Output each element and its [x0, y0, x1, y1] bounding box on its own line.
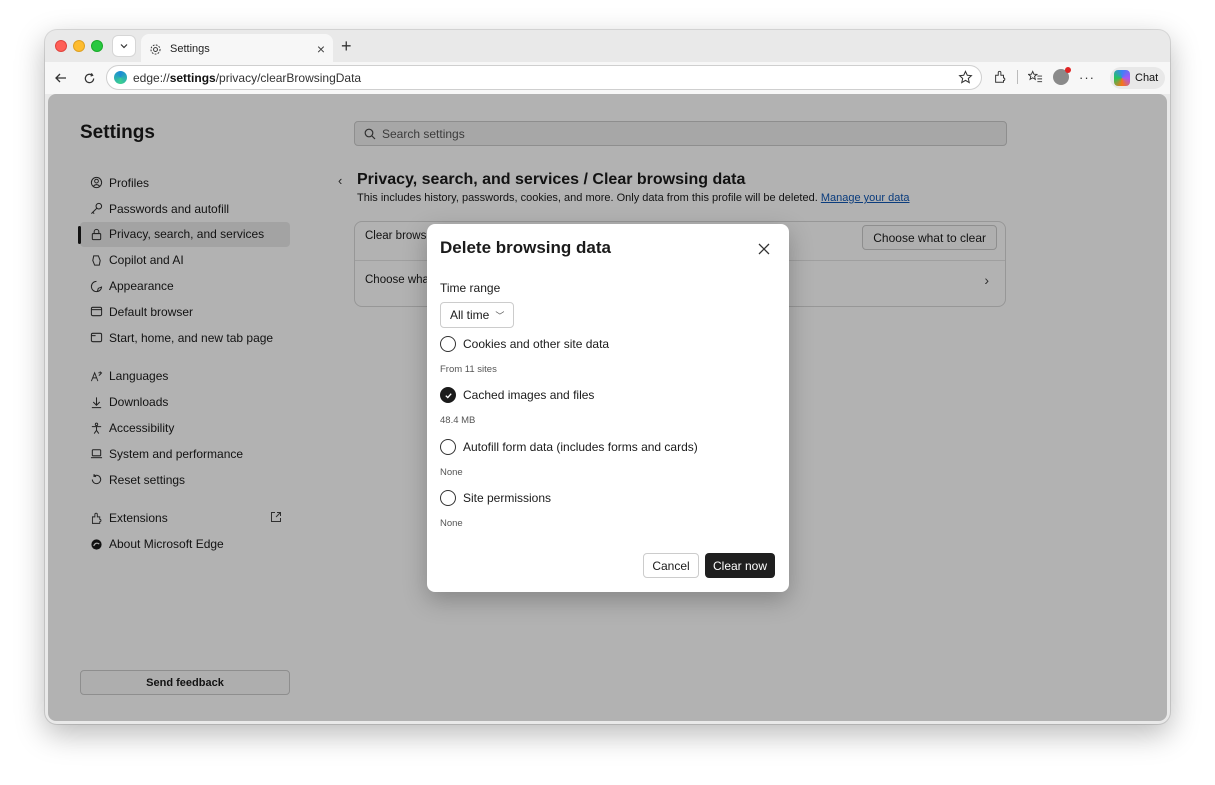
- site-permissions-radio[interactable]: [440, 490, 456, 506]
- option-site-permissions[interactable]: Site permissions: [440, 490, 551, 506]
- checkmark-icon: [444, 392, 452, 399]
- option-cookies[interactable]: Cookies and other site data: [440, 336, 609, 352]
- option-autofill[interactable]: Autofill form data (includes forms and c…: [440, 439, 698, 455]
- time-range-label: Time range: [440, 281, 501, 295]
- option-label: Cookies and other site data: [463, 337, 610, 351]
- cookies-radio[interactable]: [440, 336, 456, 352]
- profile-avatar[interactable]: [1053, 67, 1071, 85]
- favorite-star-icon[interactable]: [958, 70, 973, 85]
- option-sub: 48.4 MB: [440, 415, 476, 426]
- title-bar: Settings × +: [45, 30, 1170, 64]
- delete-browsing-data-dialog: Delete browsing data Time range All time…: [427, 224, 789, 592]
- close-icon[interactable]: [757, 242, 771, 256]
- extensions-icon[interactable]: [993, 70, 1007, 84]
- chat-label: Chat: [1135, 72, 1159, 84]
- refresh-button[interactable]: [81, 70, 97, 86]
- toolbar-divider: [1017, 70, 1018, 84]
- option-cached-images[interactable]: Cached images and files: [440, 387, 594, 403]
- clear-now-button[interactable]: Clear now: [705, 553, 775, 578]
- close-tab-button[interactable]: ×: [317, 41, 325, 57]
- tab-settings[interactable]: Settings ×: [141, 34, 333, 64]
- gear-icon: [150, 43, 161, 55]
- zoom-window-button[interactable]: [91, 40, 103, 52]
- refresh-icon: [84, 72, 94, 83]
- browser-window: Settings × + edge://settings/privacy/cle…: [45, 30, 1170, 724]
- minimize-window-button[interactable]: [73, 40, 85, 52]
- address-bar[interactable]: edge://settings/privacy/clearBrowsingDat…: [106, 65, 982, 90]
- new-tab-button[interactable]: +: [341, 37, 352, 55]
- toolbar-icons: ···: [993, 67, 1095, 85]
- tab-title: Settings: [170, 43, 210, 55]
- cached-images-radio[interactable]: [440, 387, 456, 403]
- arrow-left-icon: [55, 73, 66, 83]
- close-window-button[interactable]: [55, 40, 67, 52]
- url-rest: /privacy/clearBrowsingData: [215, 70, 362, 85]
- option-sub: None: [440, 518, 463, 529]
- more-options-icon[interactable]: ···: [1079, 70, 1095, 85]
- cancel-button[interactable]: Cancel: [643, 553, 699, 578]
- url-bold: settings: [169, 70, 216, 85]
- option-sub: None: [440, 467, 463, 478]
- dialog-title: Delete browsing data: [440, 238, 611, 257]
- time-range-select[interactable]: All time ﹀: [440, 302, 515, 328]
- tab-actions-button[interactable]: [112, 35, 136, 57]
- option-label: Autofill form data (includes forms and c…: [463, 440, 698, 454]
- settings-page: Settings Search settings Profiles Passwo…: [48, 94, 1167, 721]
- autofill-radio[interactable]: [440, 439, 456, 455]
- time-range-value: All time: [450, 308, 490, 322]
- back-button[interactable]: [53, 70, 69, 86]
- option-label: Site permissions: [463, 491, 552, 505]
- url-prefix: edge://: [133, 70, 170, 85]
- copilot-icon: [1114, 70, 1130, 86]
- option-label: Cached images and files: [463, 388, 595, 402]
- option-sub: From 11 sites: [440, 364, 497, 375]
- chevron-down-icon: [120, 44, 128, 49]
- favorites-icon[interactable]: [1028, 70, 1043, 84]
- chevron-down-icon: ﹀: [495, 310, 505, 321]
- edge-logo-icon: [114, 71, 127, 84]
- copilot-chat-button[interactable]: Chat: [1110, 67, 1165, 89]
- toolbar: edge://settings/privacy/clearBrowsingDat…: [45, 62, 1170, 94]
